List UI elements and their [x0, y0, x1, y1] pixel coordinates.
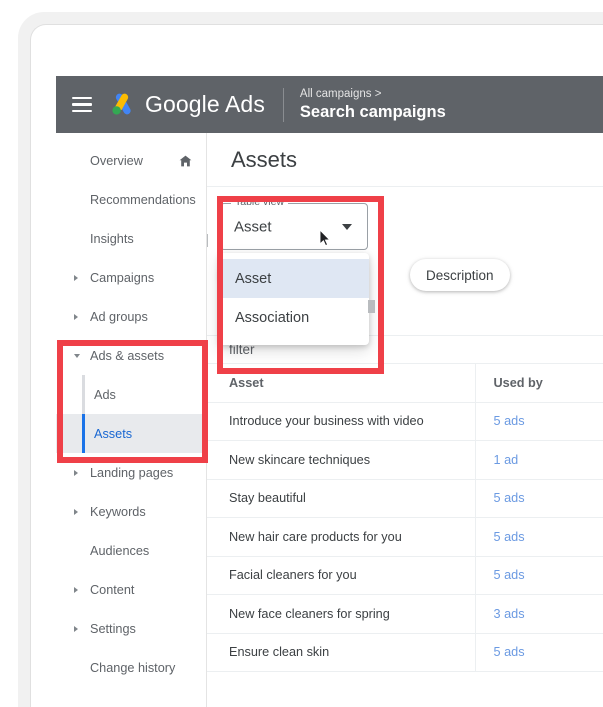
- google-ads-logo-icon: [108, 91, 136, 119]
- caret-right-icon[interactable]: [74, 469, 78, 476]
- caret-down-icon[interactable]: [74, 353, 80, 358]
- table-row[interactable]: Ensure clean skin 5 ads: [207, 632, 603, 672]
- screenshot-root: Google Ads All campaigns > Search campai…: [0, 0, 603, 707]
- cell-asset: Introduce your business with video: [207, 401, 475, 441]
- column-header-used-by[interactable]: Used by: [474, 363, 603, 403]
- menu-scrollbar-right[interactable]: [368, 300, 375, 313]
- hamburger-menu-icon[interactable]: [72, 97, 92, 112]
- page-title: Assets: [231, 146, 298, 172]
- table-row[interactable]: Facial cleaners for you 5 ads: [207, 555, 603, 595]
- cell-used-by-link[interactable]: 3 ads: [474, 594, 603, 634]
- sidebar-item-label: Content: [90, 582, 135, 597]
- table-view-select[interactable]: Table view Asset: [220, 196, 368, 250]
- sidebar-sub-rail: [82, 375, 85, 414]
- table-view-value: Asset: [234, 218, 272, 235]
- sidebar-item-insights[interactable]: Insights: [56, 219, 206, 258]
- sidebar-item-label: Ads & assets: [90, 348, 165, 363]
- sidebar-item-label: Insights: [90, 231, 134, 246]
- assets-table-body: Introduce your business with video 5 ads N…: [207, 401, 603, 672]
- sidebar-item-keywords[interactable]: Keywords: [56, 492, 206, 531]
- menu-option-association[interactable]: Association: [219, 298, 369, 337]
- cell-used-by-link[interactable]: 5 ads: [474, 632, 603, 672]
- sidebar-nav: Overview Recommendations Insights Campaigns…: [56, 133, 207, 707]
- sidebar-item-label: Assets: [94, 426, 133, 441]
- assets-table-head: Asset Used by: [207, 363, 603, 403]
- table-row[interactable]: Introduce your business with video 5 ads: [207, 401, 603, 441]
- breadcrumb: All campaigns > Search campaigns: [300, 87, 446, 122]
- sidebar-item-ads[interactable]: Ads: [56, 375, 206, 414]
- app-topbar: Google Ads All campaigns > Search campai…: [56, 76, 603, 133]
- table-row[interactable]: New hair care products for you 5 ads: [207, 517, 603, 557]
- sidebar-item-label: Keywords: [90, 504, 146, 519]
- assets-table: Asset Used by Introduce your business wi…: [207, 363, 603, 672]
- sidebar-item-label: Campaigns: [90, 270, 155, 285]
- sidebar-item-label: Audiences: [90, 543, 150, 558]
- brand-name: Google Ads: [145, 91, 265, 117]
- chevron-down-icon[interactable]: [342, 223, 352, 230]
- table-row[interactable]: Stay beautiful 5 ads: [207, 478, 603, 518]
- cell-asset: New face cleaners for spring: [207, 594, 475, 634]
- sidebar-item-campaigns[interactable]: Campaigns: [56, 258, 206, 297]
- caret-right-icon[interactable]: [74, 625, 78, 632]
- page-header: Assets: [207, 133, 603, 187]
- cell-used-by-link[interactable]: 5 ads: [474, 555, 603, 595]
- menu-option-asset[interactable]: Asset: [219, 259, 369, 298]
- table-view-dropdown-menu[interactable]: Asset Association: [219, 253, 375, 345]
- table-row[interactable]: New skincare techniques 1 ad: [207, 440, 603, 480]
- cell-used-by-link[interactable]: 5 ads: [474, 517, 603, 557]
- menu-option-label: Asset: [235, 270, 272, 287]
- cell-asset: Facial cleaners for you: [207, 555, 475, 595]
- sidebar-item-change-history[interactable]: Change history: [56, 648, 206, 687]
- caret-right-icon[interactable]: [74, 586, 78, 593]
- sidebar-item-label: Settings: [90, 621, 136, 636]
- sidebar-item-audiences[interactable]: Audiences: [56, 531, 206, 570]
- table-row[interactable]: New face cleaners for spring 3 ads: [207, 594, 603, 634]
- sidebar-item-label: Change history: [90, 660, 176, 675]
- sidebar-item-ads-assets[interactable]: Ads & assets: [56, 336, 206, 375]
- cell-asset: New hair care products for you: [207, 517, 475, 557]
- sidebar-sub-rail: [82, 414, 85, 453]
- main-content: Assets Description Table view Asset Asse…: [207, 133, 603, 707]
- chip-description[interactable]: Description: [410, 259, 510, 291]
- google-ads-app: Google Ads All campaigns > Search campai…: [56, 76, 603, 707]
- sidebar-item-content[interactable]: Content: [56, 570, 206, 609]
- cell-asset: New skincare techniques: [207, 440, 475, 480]
- menu-option-label: Association: [235, 309, 310, 326]
- topbar-divider: [282, 87, 284, 122]
- sidebar-item-overview[interactable]: Overview: [56, 141, 206, 180]
- sidebar-item-landing-pages[interactable]: Landing pages: [56, 453, 206, 492]
- toolbar-zone: Description Table view Asset Asset Assoc…: [207, 187, 603, 363]
- table-view-label: Table view: [231, 196, 289, 208]
- sidebar-item-label: Landing pages: [90, 465, 174, 480]
- sidebar-item-label: Overview: [90, 153, 143, 168]
- menu-scrollbar-left[interactable]: [207, 234, 208, 247]
- cell-asset: Ensure clean skin: [207, 632, 475, 672]
- cell-used-by-link[interactable]: 5 ads: [474, 401, 603, 441]
- sidebar-item-label: Ads: [94, 387, 116, 402]
- breadcrumb-parent[interactable]: All campaigns >: [300, 87, 446, 102]
- sidebar-item-recommendations[interactable]: Recommendations: [56, 180, 206, 219]
- cell-used-by-link[interactable]: 5 ads: [474, 478, 603, 518]
- caret-right-icon[interactable]: [74, 274, 78, 281]
- sidebar-item-settings[interactable]: Settings: [56, 609, 206, 648]
- sidebar-item-assets[interactable]: Assets: [56, 414, 206, 453]
- sidebar-item-label: Recommendations: [90, 192, 196, 207]
- caret-right-icon[interactable]: [74, 508, 78, 515]
- breadcrumb-current: Search campaigns: [299, 103, 446, 121]
- cell-asset: Stay beautiful: [207, 478, 475, 518]
- sidebar-item-ad-groups[interactable]: Ad groups: [56, 297, 206, 336]
- column-header-asset[interactable]: Asset: [207, 363, 475, 403]
- caret-right-icon[interactable]: [74, 313, 78, 320]
- home-icon: [179, 155, 192, 167]
- sidebar-item-label: Ad groups: [90, 309, 148, 324]
- cell-used-by-link[interactable]: 1 ad: [474, 440, 603, 480]
- table-header-row: Asset Used by: [207, 363, 603, 403]
